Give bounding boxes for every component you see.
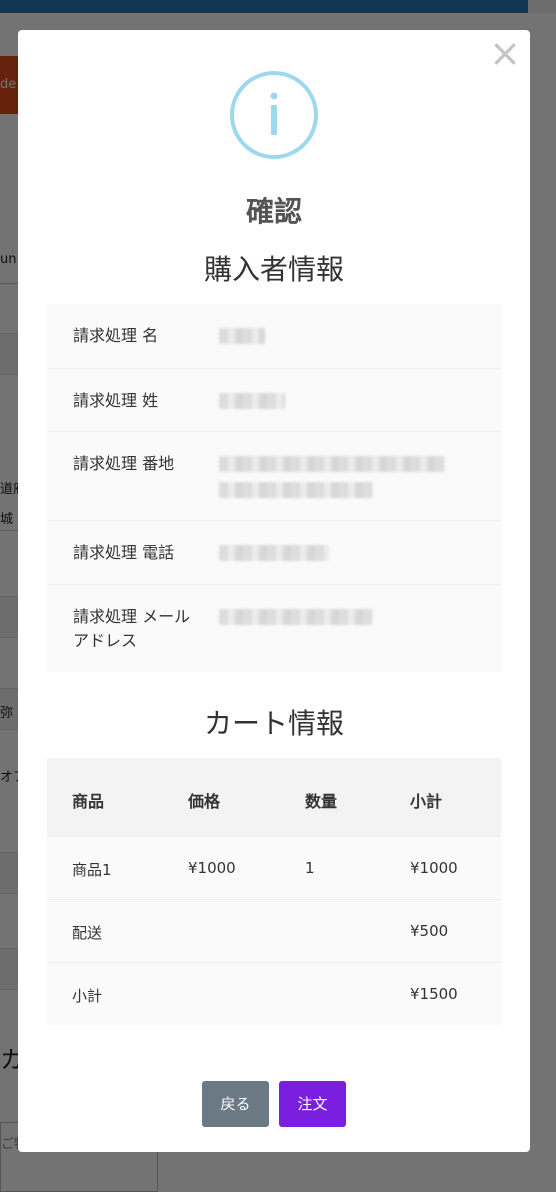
table-row: 配送 ¥500 (47, 899, 501, 962)
buyer-row-last-name: 請求処理 姓 (47, 368, 501, 431)
cell-price: ¥1000 (188, 859, 236, 877)
cell-product: 小計 (72, 987, 103, 1005)
buyer-value-redacted (219, 521, 501, 584)
table-row: 小計 ¥1500 (47, 962, 501, 1025)
buyer-row-phone: 請求処理 電話 (47, 520, 501, 584)
buyer-value-redacted (219, 369, 501, 431)
buyer-row-address: 請求処理 番地 (47, 431, 501, 520)
buyer-value-redacted (219, 585, 501, 672)
cart-info-heading: カート情報 (203, 707, 344, 740)
dialog-title: 確認 (245, 195, 302, 228)
buyer-info-table: 請求処理 名 請求処理 姓 請求処理 番地 請求処理 電話 請求処理 メールアド… (47, 304, 501, 672)
buyer-row-first-name: 請求処理 名 (47, 304, 501, 368)
order-button[interactable]: 注文 (279, 1081, 346, 1127)
confirm-dialog: × 確認 購入者情報 請求処理 名 請求処理 姓 請求処理 番地 請求処理 電話 (18, 30, 530, 1152)
buyer-label: 請求処理 姓 (73, 391, 159, 410)
column-header-quantity: 数量 (305, 792, 338, 811)
table-row: 商品1 ¥1000 1 ¥1000 (47, 836, 501, 899)
cell-quantity (305, 900, 410, 962)
cell-quantity (305, 963, 410, 1025)
cart-table-header: 商品 価格 数量 小計 (47, 758, 501, 836)
buyer-label: 請求処理 電話 (73, 543, 175, 562)
close-icon[interactable]: × (488, 34, 522, 72)
cart-table: 商品 価格 数量 小計 商品1 ¥1000 1 ¥1000 配送 ¥500 小計… (47, 758, 501, 1025)
info-icon (230, 71, 318, 159)
column-header-subtotal: 小計 (410, 792, 443, 811)
buyer-value-redacted (219, 304, 501, 368)
cell-quantity: 1 (305, 859, 315, 877)
cell-price (188, 963, 305, 1025)
cell-price (188, 900, 305, 962)
buyer-label: 請求処理 メールアドレス (73, 607, 191, 650)
cell-subtotal: ¥500 (410, 922, 449, 940)
cell-product: 配送 (72, 924, 103, 942)
buyer-value-redacted (219, 432, 501, 520)
cell-subtotal: ¥1500 (410, 985, 458, 1003)
buyer-label: 請求処理 名 (73, 326, 159, 345)
buyer-label: 請求処理 番地 (73, 454, 175, 473)
back-button[interactable]: 戻る (202, 1081, 269, 1127)
buyer-row-email: 請求処理 メールアドレス (47, 584, 501, 672)
column-header-product: 商品 (72, 792, 105, 811)
cell-subtotal: ¥1000 (410, 859, 458, 877)
buyer-info-heading: 購入者情報 (203, 253, 344, 286)
cell-product: 商品1 (72, 861, 112, 879)
column-header-price: 価格 (188, 792, 221, 811)
